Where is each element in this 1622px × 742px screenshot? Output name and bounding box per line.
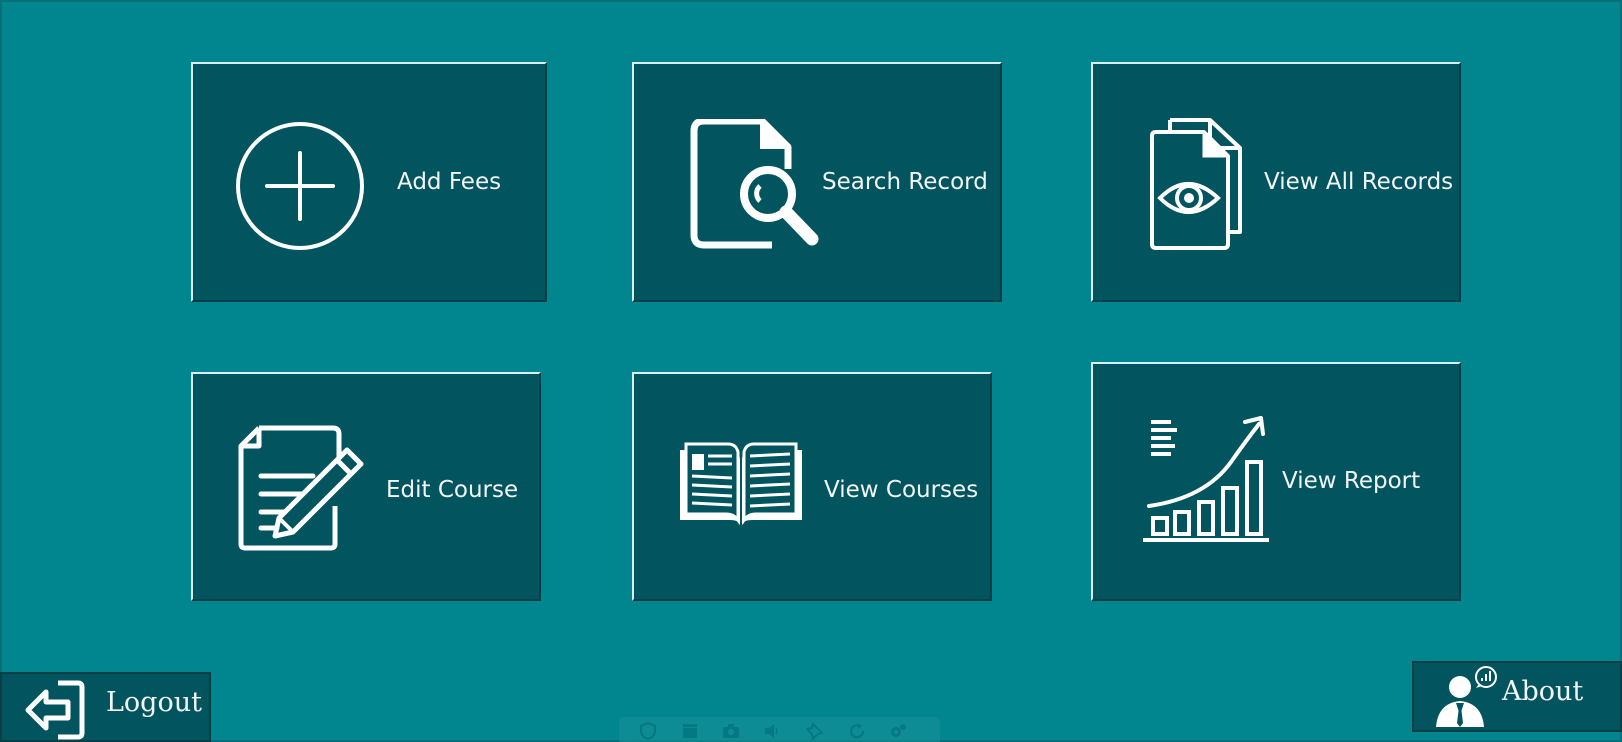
- pin-icon[interactable]: [806, 722, 824, 740]
- add-circle-icon: [236, 122, 364, 250]
- open-book-icon: [680, 442, 802, 532]
- gears-icon[interactable]: [889, 722, 907, 740]
- about-button[interactable]: About: [1412, 661, 1622, 732]
- add-fees-tile[interactable]: Add Fees: [191, 62, 547, 302]
- logout-icon: [25, 680, 85, 740]
- main-menu-screen: Add Fees Search Record View All Records: [0, 0, 1622, 742]
- logout-button[interactable]: Logout: [0, 672, 211, 742]
- view-report-tile[interactable]: View Report: [1091, 362, 1461, 601]
- clapper-icon[interactable]: [681, 722, 699, 740]
- shield-icon[interactable]: [639, 722, 657, 740]
- refresh-icon[interactable]: [848, 722, 866, 740]
- logout-label: Logout: [106, 687, 202, 718]
- edit-document-icon: [238, 425, 364, 551]
- search-document-icon: [690, 119, 819, 249]
- about-label: About: [1502, 676, 1584, 707]
- view-courses-tile[interactable]: View Courses: [632, 372, 992, 601]
- floating-toolbar: [619, 717, 940, 742]
- speaker-icon[interactable]: [763, 722, 781, 740]
- growth-chart-icon: [1143, 416, 1269, 542]
- view-courses-label: View Courses: [824, 477, 979, 503]
- edit-course-tile[interactable]: Edit Course: [191, 372, 541, 601]
- edit-course-label: Edit Course: [386, 477, 519, 503]
- view-all-records-label: View All Records: [1264, 169, 1454, 195]
- camera-icon[interactable]: [722, 722, 740, 740]
- view-report-label: View Report: [1282, 468, 1421, 494]
- add-fees-label: Add Fees: [397, 169, 502, 195]
- user-info-icon: [1436, 666, 1497, 727]
- view-documents-icon: [1150, 118, 1242, 250]
- search-record-tile[interactable]: Search Record: [632, 62, 1002, 302]
- view-all-records-tile[interactable]: View All Records: [1091, 62, 1461, 302]
- search-record-label: Search Record: [822, 169, 988, 195]
